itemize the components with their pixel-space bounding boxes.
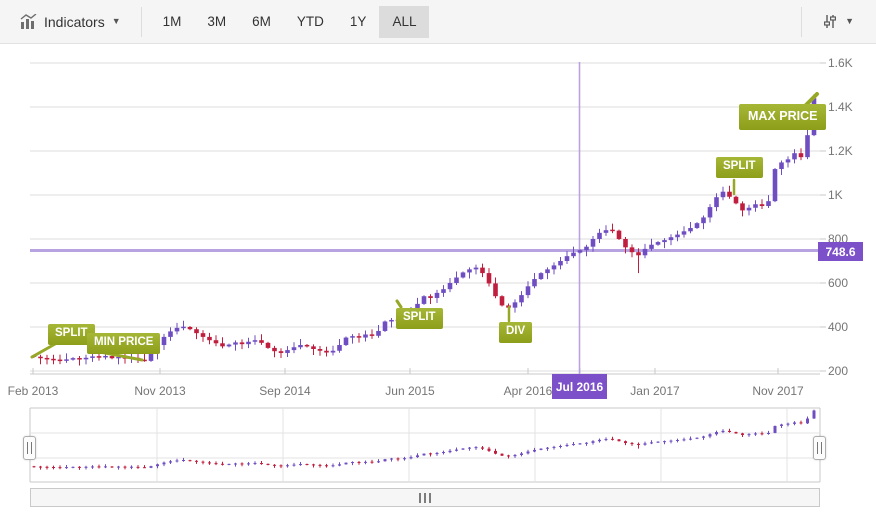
y-axis-label: 1K bbox=[828, 188, 843, 202]
handle-grip-icon bbox=[817, 442, 822, 454]
navigator-scrollbar[interactable] bbox=[30, 488, 820, 507]
stock-chart-app: Indicators ▼ 1M 3M 6M YTD 1Y ALL ▼ 1.6K … bbox=[0, 0, 876, 514]
chart-canvas[interactable] bbox=[0, 0, 876, 514]
annotation-div: DIV bbox=[499, 322, 533, 343]
annotation-min-price: MIN PRICE bbox=[87, 333, 161, 354]
y-axis-label: 1.4K bbox=[828, 100, 853, 114]
crosshair-date-badge: Jul 2016 bbox=[552, 374, 607, 399]
x-axis-label: Feb 2013 bbox=[7, 384, 59, 398]
x-axis-label: Apr 2016 bbox=[503, 384, 553, 398]
y-axis-label: 600 bbox=[828, 276, 849, 290]
annotation-split-2015: SPLIT bbox=[396, 308, 443, 329]
y-axis-label: 400 bbox=[828, 320, 849, 334]
navigator-right-handle[interactable] bbox=[813, 436, 826, 460]
annotation-max-price: MAX PRICE bbox=[739, 104, 827, 130]
scrollbar-grip[interactable] bbox=[419, 492, 431, 503]
annotation-split-2017: SPLIT bbox=[716, 157, 763, 178]
x-axis-label: Sep 2014 bbox=[259, 384, 311, 398]
x-axis-label: Jun 2015 bbox=[385, 384, 435, 398]
crosshair-value-badge: 748.6 bbox=[818, 242, 863, 261]
navigator-left-handle[interactable] bbox=[23, 436, 36, 460]
y-axis-label: 1.6K bbox=[828, 56, 853, 70]
y-axis-label: 200 bbox=[828, 364, 849, 378]
x-axis-label: Nov 2013 bbox=[134, 384, 186, 398]
handle-grip-icon bbox=[27, 442, 32, 454]
x-axis-label: Nov 2017 bbox=[752, 384, 804, 398]
x-axis-label: Jan 2017 bbox=[630, 384, 680, 398]
y-axis-label: 1.2K bbox=[828, 144, 853, 158]
